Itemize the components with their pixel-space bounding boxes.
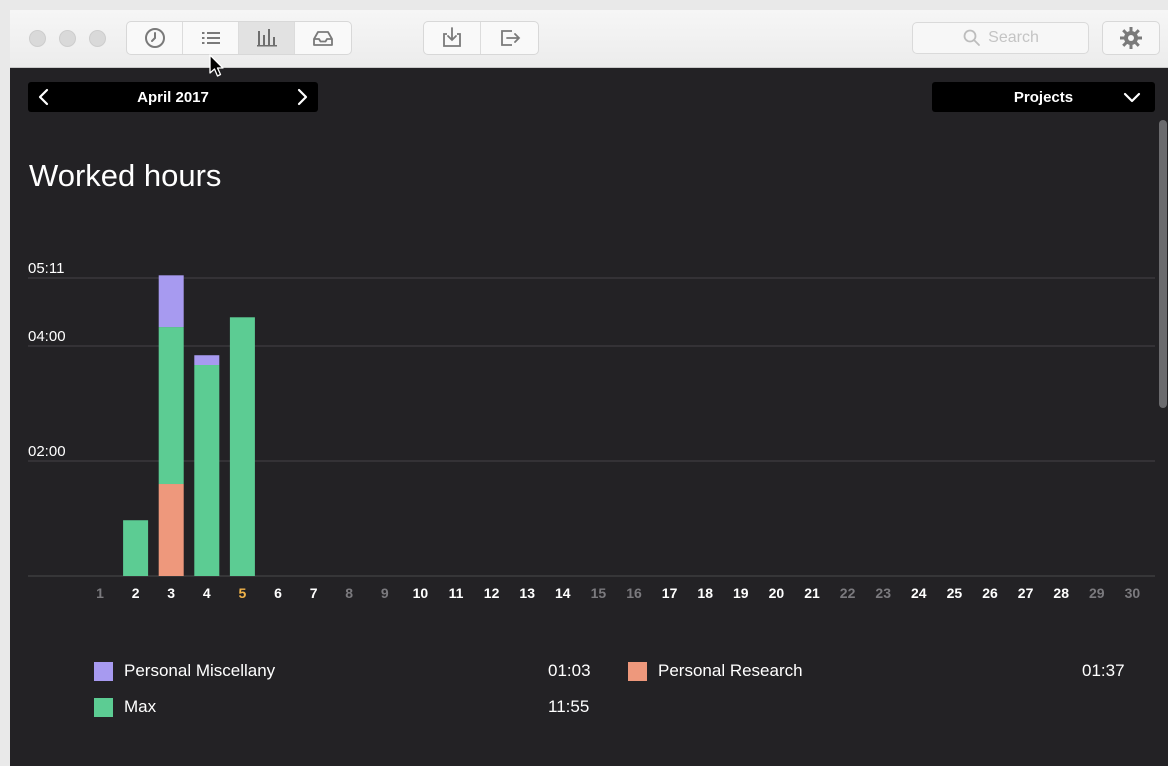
view-tabs <box>126 21 352 55</box>
legend-label: Max <box>124 697 157 716</box>
gear-icon <box>1120 27 1142 49</box>
inbox-icon <box>313 31 333 46</box>
bar-segment-max <box>158 327 184 485</box>
legend-total: 11:55 <box>548 697 590 716</box>
x-tick-label: 19 <box>733 585 749 601</box>
import-button[interactable] <box>424 22 481 54</box>
tab-timer[interactable] <box>127 22 183 54</box>
minimize-window-button[interactable] <box>59 30 76 47</box>
x-tick-label: 18 <box>697 585 713 601</box>
y-tick-label: 05:11 <box>28 260 64 277</box>
mouse-cursor-icon <box>209 54 224 77</box>
clock-icon <box>144 28 165 48</box>
app-window: Search April 2017 Projects Worked hours … <box>10 10 1168 766</box>
legend-label: Personal Research <box>658 661 803 680</box>
vertical-scrollbar[interactable] <box>1159 120 1167 408</box>
x-tick-label: 16 <box>626 585 642 601</box>
bar-chart-icon <box>256 29 277 47</box>
chevron-down-icon <box>1123 92 1141 103</box>
x-tick-label: 11 <box>449 585 464 601</box>
x-tick-label: 15 <box>591 585 607 601</box>
bar-segment-personal-research <box>158 484 184 576</box>
x-tick-label: 26 <box>982 585 998 601</box>
legend-item-max: Max <box>94 696 156 718</box>
legend-swatch <box>94 661 113 681</box>
action-buttons <box>423 21 539 55</box>
tab-inbox[interactable] <box>295 22 351 54</box>
y-tick-label: 04:00 <box>28 328 66 345</box>
legend-total: 01:03 <box>548 661 591 680</box>
legend-swatch <box>628 661 647 681</box>
bar-segment-personal-miscellany <box>158 275 184 328</box>
toolbar: Search <box>10 10 1168 68</box>
export-icon <box>500 30 520 46</box>
x-tick-label: 2 <box>132 585 140 601</box>
x-tick-label: 28 <box>1053 585 1069 601</box>
x-tick-label: 23 <box>875 585 891 601</box>
x-tick-label: 12 <box>484 585 500 601</box>
grouping-select[interactable]: Projects <box>932 82 1155 112</box>
search-input[interactable]: Search <box>912 22 1089 54</box>
x-tick-label: 6 <box>274 585 282 601</box>
x-tick-label: 14 <box>555 585 571 601</box>
x-tick-label: 17 <box>662 585 678 601</box>
x-tick-label: 13 <box>519 585 535 601</box>
month-label: April 2017 <box>137 89 209 106</box>
legend-swatch <box>94 697 113 717</box>
settings-button[interactable] <box>1102 21 1160 55</box>
month-navigator: April 2017 <box>28 82 318 112</box>
close-window-button[interactable] <box>29 30 46 47</box>
x-tick-label: 30 <box>1125 585 1141 601</box>
legend-item-personal-miscellany: Personal Miscellany <box>94 660 275 682</box>
y-tick-label: 02:00 <box>28 443 66 460</box>
x-tick-label: 8 <box>345 585 353 601</box>
bar-segment-personal-miscellany <box>194 355 220 366</box>
tab-list[interactable] <box>183 22 239 54</box>
search-placeholder: Search <box>988 29 1039 46</box>
x-tick-label: 10 <box>413 585 429 601</box>
legend-item-personal-research: Personal Research <box>628 660 803 682</box>
zoom-window-button[interactable] <box>89 30 106 47</box>
import-icon <box>443 27 461 47</box>
x-tick-label: 24 <box>911 585 927 601</box>
bar-segment-max <box>194 365 220 576</box>
page-title: Worked hours <box>29 158 222 193</box>
legend-total: 01:37 <box>1082 661 1125 680</box>
worked-hours-chart: 02:0004:0005:111 2 3 4 5 6 7 8 9 10 11 12 13 14 15 16 17… <box>28 260 1155 601</box>
legend-label: Personal Miscellany <box>124 661 276 680</box>
x-tick-label: 20 <box>769 585 785 601</box>
x-tick-label: 25 <box>947 585 963 601</box>
x-tick-label: 9 <box>381 585 389 601</box>
x-tick-label: 1 <box>96 585 104 601</box>
x-tick-label: 7 <box>310 585 318 601</box>
export-button[interactable] <box>481 22 538 54</box>
next-month-button[interactable] <box>290 85 314 109</box>
x-tick-label: 22 <box>840 585 856 601</box>
x-tick-label: 27 <box>1018 585 1034 601</box>
x-tick-label: 21 <box>804 585 820 601</box>
x-tick-label: 5 <box>239 585 247 601</box>
tab-reports[interactable] <box>239 22 295 54</box>
bar-segment-max <box>229 317 255 576</box>
x-tick-label: 4 <box>203 585 211 601</box>
bar-segment-max <box>123 520 149 576</box>
list-icon <box>201 32 220 44</box>
search-icon <box>963 29 981 46</box>
x-tick-label: 3 <box>167 585 175 601</box>
x-tick-label: 29 <box>1089 585 1105 601</box>
